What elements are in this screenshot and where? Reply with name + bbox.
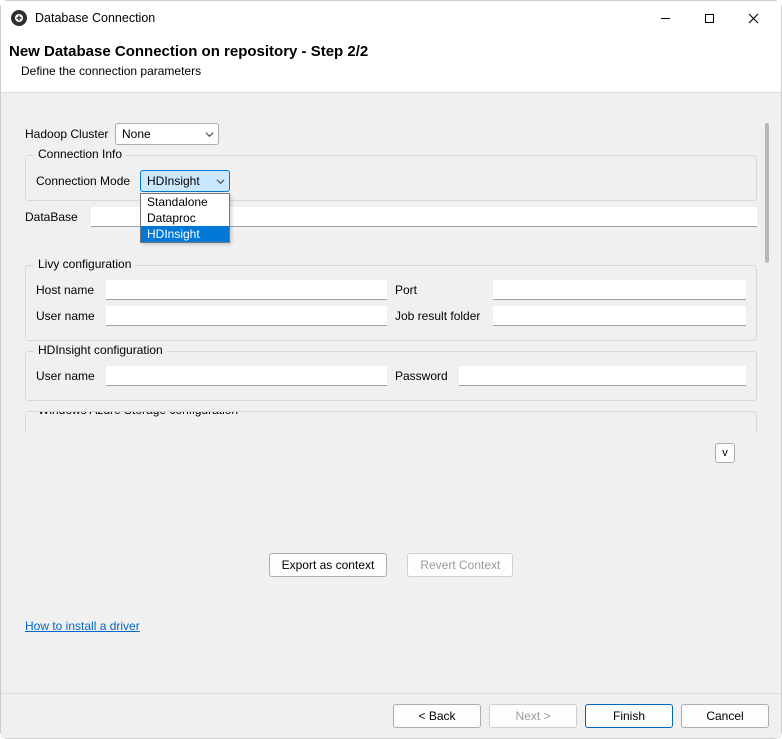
- finish-button[interactable]: Finish: [585, 704, 673, 728]
- wizard-title: New Database Connection on repository - …: [9, 43, 767, 60]
- azure-group: Windows Azure Storage configuration: [25, 411, 757, 433]
- window-title: Database Connection: [35, 11, 643, 25]
- hadoop-cluster-row: Hadoop Cluster None: [25, 123, 757, 145]
- hdinsight-pass-input[interactable]: [459, 366, 746, 386]
- livy-user-label: User name: [36, 309, 100, 323]
- connection-mode-option-dataproc[interactable]: Dataproc: [141, 210, 229, 226]
- livy-row-2: User name Job result folder: [36, 306, 746, 326]
- livy-title: Livy configuration: [34, 257, 135, 271]
- livy-row-1: Host name Port: [36, 280, 746, 300]
- back-button[interactable]: < Back: [393, 704, 481, 728]
- wizard-footer: < Back Next > Finish Cancel: [1, 693, 781, 738]
- hdinsight-user-input[interactable]: [106, 366, 387, 386]
- connection-mode-option-hdinsight[interactable]: HDInsight: [141, 226, 229, 242]
- close-icon: [748, 13, 759, 24]
- overflow-area: v: [715, 443, 735, 463]
- livy-host-input[interactable]: [106, 280, 387, 300]
- livy-port-label: Port: [395, 283, 487, 297]
- azure-title: Windows Azure Storage configuration: [34, 411, 242, 417]
- chevron-down-icon: [216, 177, 225, 186]
- livy-folder-label: Job result folder: [395, 309, 487, 323]
- minimize-button[interactable]: [643, 3, 687, 33]
- dialog-window: Database Connection New Database Connect…: [0, 0, 782, 739]
- connection-mode-row: Connection Mode HDInsight Standalone Dat…: [36, 170, 746, 192]
- livy-group: Livy configuration Host name Port User n…: [25, 265, 757, 341]
- connection-mode-label: Connection Mode: [36, 174, 140, 188]
- maximize-icon: [704, 13, 715, 24]
- window-controls: [643, 3, 775, 33]
- connection-mode-select[interactable]: HDInsight Standalone Dataproc HDInsight: [140, 170, 230, 192]
- install-driver-link[interactable]: How to install a driver: [25, 619, 757, 633]
- hdinsight-row: User name Password: [36, 366, 746, 386]
- hdinsight-title: HDInsight configuration: [34, 343, 167, 357]
- connection-info-title: Connection Info: [34, 147, 126, 161]
- maximize-button[interactable]: [687, 3, 731, 33]
- database-row: DataBase: [25, 207, 757, 227]
- wizard-header: New Database Connection on repository - …: [1, 35, 781, 93]
- scrollbar-thumb[interactable]: [765, 123, 769, 263]
- connection-mode-value: HDInsight: [147, 174, 212, 188]
- livy-folder-input[interactable]: [493, 306, 746, 326]
- cancel-button[interactable]: Cancel: [681, 704, 769, 728]
- connection-mode-dropdown: Standalone Dataproc HDInsight: [140, 193, 230, 243]
- wizard-body: Hadoop Cluster None Connection Info Conn…: [1, 93, 781, 693]
- hadoop-cluster-select[interactable]: None: [115, 123, 219, 145]
- hadoop-cluster-value: None: [122, 127, 201, 141]
- minimize-icon: [660, 13, 671, 24]
- connection-info-group: Connection Info Connection Mode HDInsigh…: [25, 155, 757, 201]
- app-icon: [11, 10, 27, 26]
- livy-user-input[interactable]: [106, 306, 387, 326]
- next-button[interactable]: Next >: [489, 704, 577, 728]
- database-label: DataBase: [25, 210, 85, 224]
- livy-port-input[interactable]: [493, 280, 746, 300]
- form-content: Hadoop Cluster None Connection Info Conn…: [25, 123, 757, 439]
- wizard-subtitle: Define the connection parameters: [21, 64, 767, 78]
- close-button[interactable]: [731, 3, 775, 33]
- revert-context-button[interactable]: Revert Context: [407, 553, 513, 577]
- hadoop-cluster-label: Hadoop Cluster: [25, 127, 115, 141]
- context-buttons: Export as context Revert Context: [25, 529, 757, 601]
- hdinsight-pass-label: Password: [395, 369, 453, 383]
- hdinsight-group: HDInsight configuration User name Passwo…: [25, 351, 757, 401]
- hdinsight-user-label: User name: [36, 369, 100, 383]
- export-context-button[interactable]: Export as context: [269, 553, 388, 577]
- connection-mode-option-standalone[interactable]: Standalone: [141, 194, 229, 210]
- title-bar: Database Connection: [1, 1, 781, 35]
- overflow-button[interactable]: v: [715, 443, 735, 463]
- chevron-down-icon: [205, 130, 214, 139]
- livy-host-label: Host name: [36, 283, 100, 297]
